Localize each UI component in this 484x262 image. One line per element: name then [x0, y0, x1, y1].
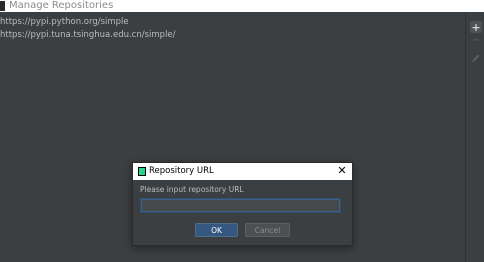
repository-url-prompt: Please input repository URL [140, 185, 244, 194]
app-icon [0, 1, 5, 11]
edit-repository-button[interactable] [470, 52, 482, 64]
remove-repository-button[interactable]: − [470, 35, 482, 47]
repository-item[interactable]: https://pypi.tuna.tsinghua.edu.cn/simple… [0, 30, 176, 40]
dialog-titlebar: Repository URL ✕ [133, 163, 352, 180]
ok-button[interactable]: OK [195, 223, 238, 237]
close-icon[interactable]: ✕ [335, 164, 349, 178]
cancel-button[interactable]: Cancel [245, 223, 290, 237]
repository-url-input[interactable] [140, 198, 341, 213]
window-titlebar: Manage Repositories [0, 0, 484, 12]
repository-toolbar: + − [465, 13, 484, 262]
plus-icon: + [471, 20, 481, 34]
repository-url-dialog: Repository URL ✕ Please input repository… [132, 162, 353, 246]
dialog-title: Repository URL [149, 166, 214, 176]
repository-item[interactable]: https://pypi.python.org/simple [0, 17, 129, 27]
pencil-icon [472, 54, 480, 62]
pycharm-icon [138, 167, 146, 176]
minus-icon: − [471, 35, 481, 46]
add-repository-button[interactable]: + [470, 21, 482, 33]
window-title: Manage Repositories [9, 0, 114, 11]
